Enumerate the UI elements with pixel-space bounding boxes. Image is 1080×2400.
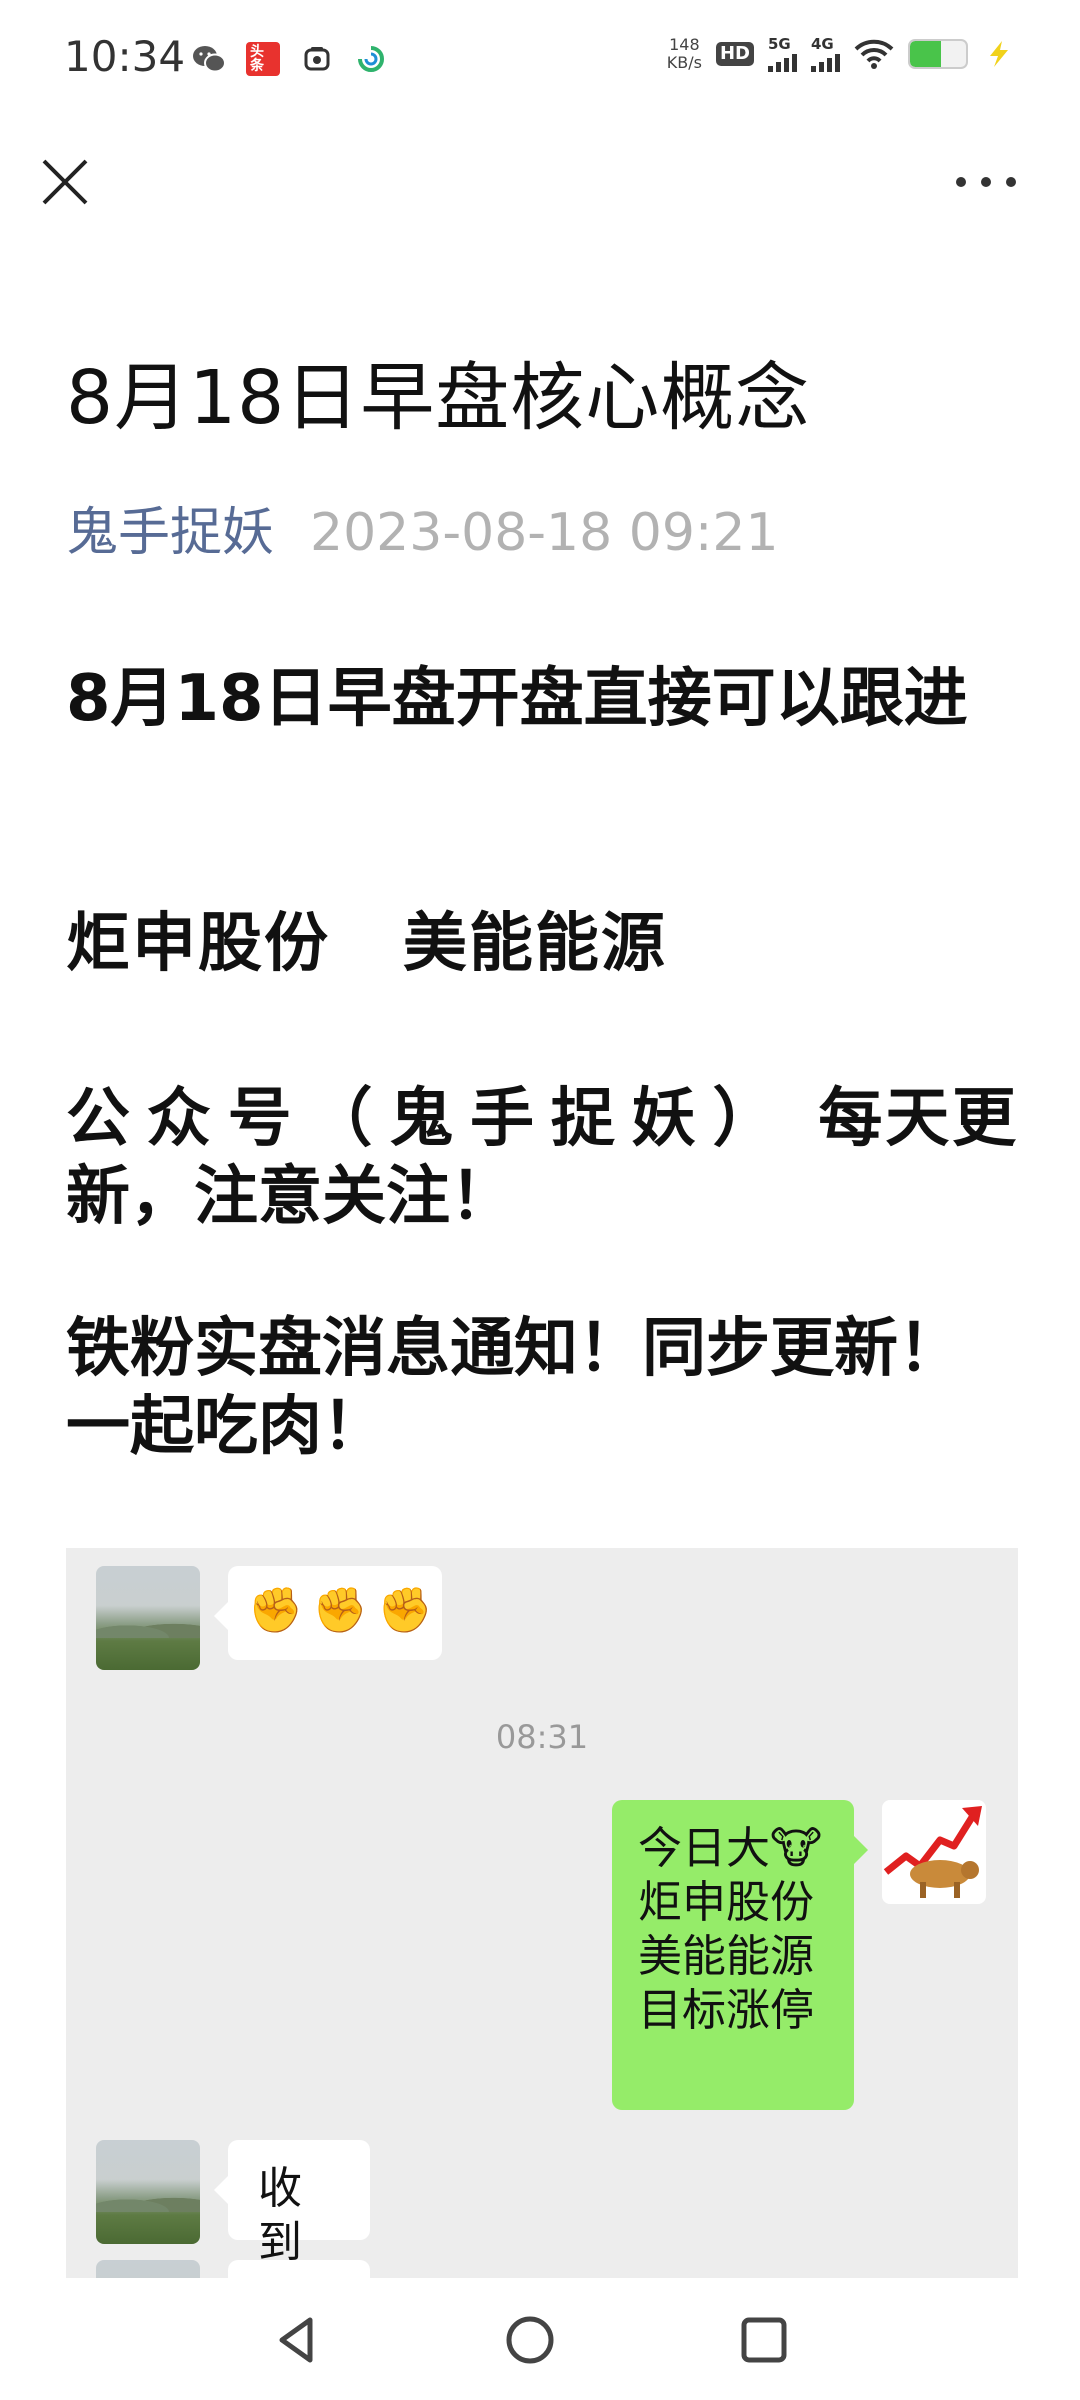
- account-name-text: 公众号（鬼手捉妖）: [66, 1082, 794, 1156]
- notification-icons: 头条: [192, 42, 388, 76]
- battery-icon: [908, 39, 968, 69]
- publish-date: 2023-08-18 09:21: [310, 503, 779, 563]
- chat-bubble-partial: [228, 2260, 370, 2278]
- system-nav-bar: [0, 2278, 1080, 2400]
- status-bar: 10:34 头条 148 KB/s HD 5G 4G: [0, 0, 1080, 118]
- bull-chart-icon: [883, 1806, 982, 1898]
- signal-bars-icon: [768, 52, 797, 72]
- back-icon: [279, 2317, 313, 2363]
- sim2-signal: 4G: [811, 34, 840, 72]
- received-text: 收到: [258, 2163, 302, 2268]
- home-button[interactable]: [500, 2310, 560, 2370]
- author-link[interactable]: 鬼手捉妖: [66, 503, 274, 563]
- sim1-signal: 5G: [768, 34, 797, 72]
- status-right-group: 148 KB/s HD 5G 4G: [667, 36, 1016, 72]
- tip-line: 今日大🐮: [638, 1823, 823, 1874]
- article-meta: 鬼手捉妖 2023-08-18 09:21: [66, 490, 779, 565]
- refresh-app-icon: [354, 42, 388, 76]
- chat-bubble-stock-tip: 今日大🐮 炬申股份 美能能源 目标涨停: [612, 1800, 868, 2110]
- chat-timestamp: 08:31: [495, 1718, 589, 1756]
- avatar: [96, 2260, 200, 2278]
- fist-icon: ✊: [312, 1585, 368, 1636]
- article-paragraph-2: 炬申股份 美能能源: [66, 907, 667, 981]
- status-time: 10:34: [64, 32, 186, 81]
- chat-bubble-received: 收到: [214, 2140, 370, 2268]
- tip-line: 目标涨停: [638, 1985, 814, 2036]
- signal-bars-icon: [811, 52, 840, 72]
- article-title: 8月18日早盘核心概念: [66, 355, 811, 441]
- charging-icon: [982, 37, 1016, 71]
- net-speed-value: 148: [669, 35, 700, 54]
- more-icon-dot: [1006, 177, 1016, 187]
- chat-screenshot-image[interactable]: ✊ ✊ ✊ 08:31 今日大🐮 炬申股份 美能能源 目标涨停 收到: [66, 1548, 1018, 2278]
- sim2-label: 4G: [811, 34, 834, 53]
- fist-emojis: ✊ ✊ ✊: [248, 1584, 432, 1638]
- toutiao-badge: 头条: [246, 42, 280, 76]
- article-paragraph-3: 公众号（鬼手捉妖） 每天更新，注意关注！: [66, 1080, 1016, 1236]
- more-button[interactable]: [956, 172, 1016, 192]
- close-button[interactable]: [38, 155, 92, 209]
- tip-line: 炬申股份: [638, 1877, 814, 1928]
- fist-icon: ✊: [248, 1585, 303, 1636]
- close-icon: [42, 159, 88, 205]
- tip-line: 美能能源: [638, 1931, 814, 1982]
- avatar: [96, 1566, 200, 1670]
- wifi-icon: [854, 37, 894, 71]
- camera-app-icon: [300, 42, 334, 76]
- recents-button[interactable]: [734, 2310, 794, 2370]
- back-button[interactable]: [266, 2310, 326, 2370]
- more-icon-dot: [956, 177, 966, 187]
- wechat-icon: [192, 42, 226, 76]
- article-paragraph-1: 8月18日早盘开盘直接可以跟进: [66, 662, 968, 736]
- battery-fill: [910, 41, 941, 67]
- bull-avatar: [882, 1800, 986, 1904]
- fist-icon: ✊: [377, 1585, 433, 1636]
- toutiao-icon: 头条: [246, 42, 280, 76]
- home-icon: [506, 2316, 554, 2364]
- recents-icon: [741, 2317, 787, 2363]
- chat-bubble-fists: ✊ ✊ ✊: [214, 1566, 442, 1660]
- article-paragraph-4: 铁粉实盘消息通知！同步更新！一起吃肉！: [66, 1312, 962, 1464]
- sim1-label: 5G: [768, 34, 791, 53]
- avatar: [96, 2140, 200, 2244]
- network-speed: 148 KB/s: [667, 36, 702, 72]
- hd-badge: HD: [715, 42, 754, 66]
- net-speed-unit: KB/s: [666, 53, 702, 72]
- more-icon-dot: [981, 177, 991, 187]
